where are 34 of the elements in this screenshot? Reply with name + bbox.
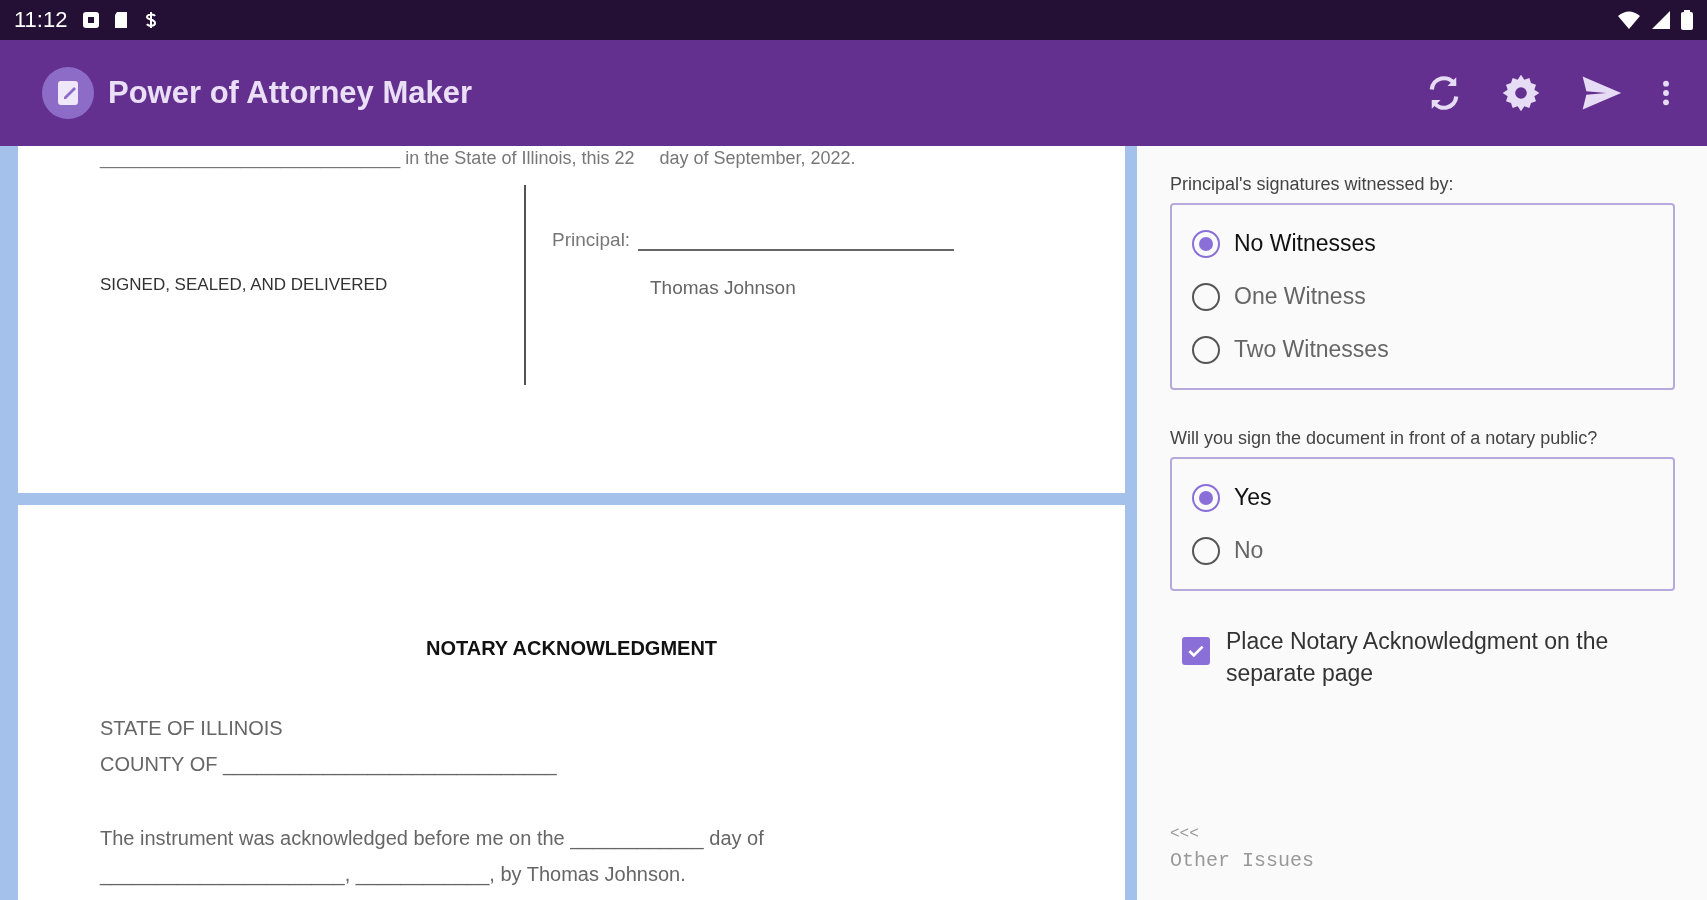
radio-label[interactable]: No Witnesses (1234, 230, 1376, 257)
battery-icon (1681, 10, 1693, 30)
document-text: SIGNED, SEALED, AND DELIVERED (100, 275, 388, 295)
principal-label: Principal: (552, 229, 631, 251)
radio-label[interactable]: No (1234, 537, 1264, 564)
more-menu-icon[interactable] (1661, 79, 1671, 107)
document-text: The instrument was acknowledged before me on the ____________ day of (100, 826, 765, 852)
radio-label[interactable]: One Witness (1234, 283, 1366, 310)
radio-button[interactable] (1192, 229, 1220, 258)
document-text: COUNTY OF ______________________________ (100, 752, 558, 778)
notification-icon (81, 10, 102, 30)
document-text: STATE OF ILLINOIS (100, 716, 284, 741)
app-title: Power of Attorney Maker (108, 75, 473, 111)
document-heading: NOTARY ACKNOWLEDGMENT (424, 637, 719, 660)
radio-button[interactable] (1192, 483, 1220, 512)
checkbox[interactable] (1182, 637, 1210, 665)
signal-icon (1651, 10, 1671, 30)
settings-icon[interactable] (1501, 73, 1541, 113)
back-arrow[interactable]: <<< (1170, 825, 1675, 843)
radio-button[interactable] (1192, 282, 1220, 311)
radio-label[interactable]: Yes (1234, 484, 1272, 511)
back-link[interactable]: Other Issues (1170, 849, 1675, 872)
question-label: Principal's signatures witnessed by: (1170, 174, 1455, 195)
checkbox-label[interactable]: Place Notary Acknowledgment on the separate page (1226, 625, 1646, 689)
status-time: 11:12 (14, 7, 68, 33)
document-text: ______________________________ in the State of Illinois, this 22 day of September, 2022. (100, 148, 857, 169)
radio-label[interactable]: Two Witnesses (1234, 336, 1389, 363)
radio-button[interactable] (1192, 536, 1220, 565)
wifi-icon (1617, 10, 1641, 30)
radio-button[interactable] (1192, 335, 1220, 364)
principal-name: Thomas Johnson (650, 277, 797, 299)
question-label: Will you sign the document in front of a notary public? (1170, 428, 1599, 449)
app-logo-icon (42, 67, 94, 119)
document-text: ______________________, ____________, by Thomas Johnson. (100, 862, 687, 888)
